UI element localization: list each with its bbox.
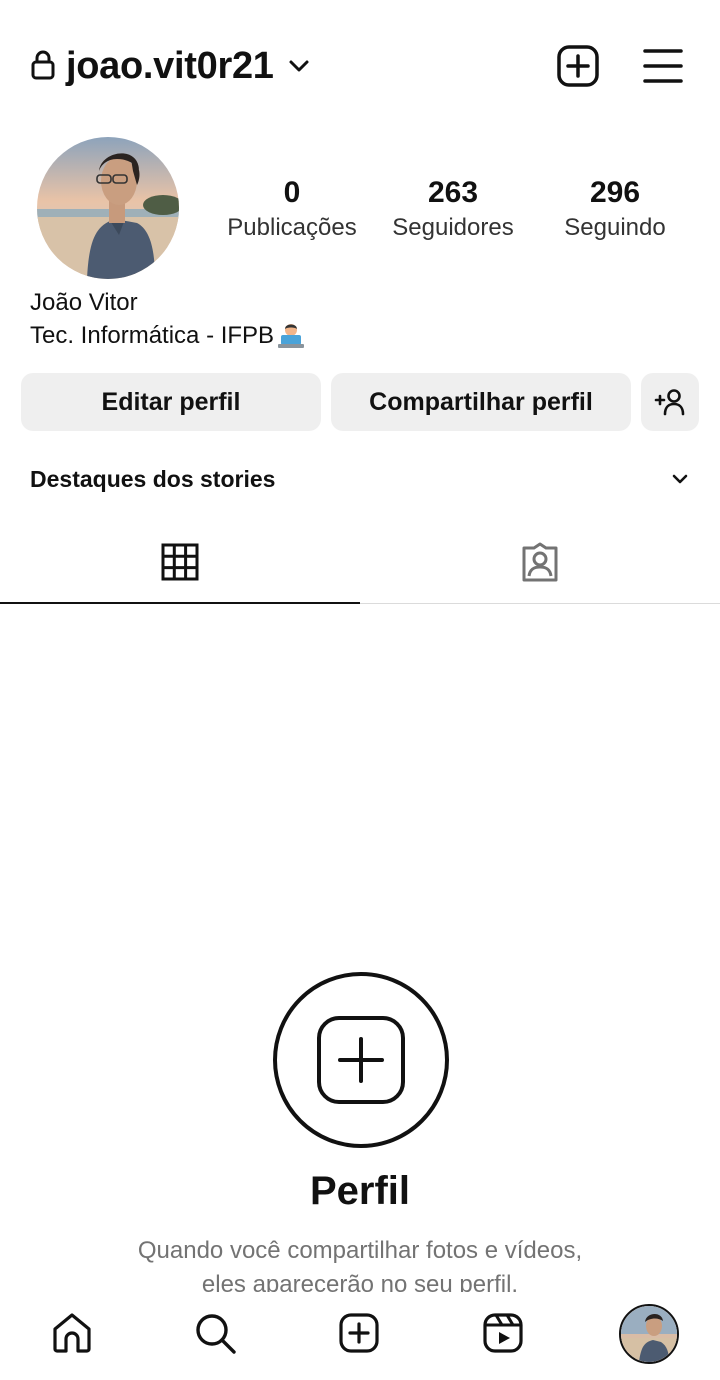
empty-state-line-1: Quando você compartilhar fotos e vídeos, (137, 1237, 583, 1264)
add-post-icon (557, 45, 599, 87)
nav-search[interactable] (190, 1308, 240, 1358)
active-tab-indicator (0, 602, 360, 604)
username[interactable]: joao.vit0r21 (66, 40, 274, 92)
lock-icon (30, 50, 56, 80)
tab-tagged[interactable] (360, 520, 720, 604)
bio-text: Tec. Informática - IFPB (30, 322, 275, 349)
home-icon (53, 1313, 91, 1353)
nav-reels[interactable] (478, 1308, 528, 1358)
stat-followers[interactable]: 263 Seguidores (374, 175, 532, 245)
empty-state-title: Perfil (309, 1169, 411, 1213)
stat-posts-label: Publicações (227, 214, 357, 241)
nav-create[interactable] (334, 1308, 384, 1358)
stat-following-count: 296 (589, 176, 641, 209)
add-post-icon (339, 1313, 379, 1353)
menu-icon (643, 49, 683, 83)
stat-posts[interactable]: 0 Publicações (212, 175, 372, 245)
profile-avatar[interactable] (37, 137, 179, 279)
menu-button[interactable] (642, 46, 684, 86)
discover-people-button[interactable] (641, 373, 699, 431)
tagged-person-icon (522, 542, 558, 582)
technologist-emoji-icon (276, 322, 306, 350)
profile-avatar-icon (621, 1306, 677, 1362)
share-profile-button[interactable]: Compartilhar perfil (331, 373, 631, 431)
stat-followers-label: Seguidores (392, 214, 514, 241)
stat-following-label: Seguindo (564, 214, 666, 241)
chevron-down-icon[interactable] (670, 469, 690, 489)
nav-home[interactable] (47, 1308, 97, 1358)
nav-profile[interactable] (619, 1304, 679, 1364)
grid-icon (161, 543, 199, 581)
profile-name: João Vitor (30, 289, 138, 316)
stat-posts-count: 0 (283, 176, 301, 209)
stat-followers-count: 263 (427, 176, 479, 209)
create-first-post-button[interactable] (273, 972, 449, 1148)
bottom-navigation (0, 1292, 720, 1380)
edit-profile-button[interactable]: Editar perfil (21, 373, 321, 431)
add-post-icon (317, 1016, 405, 1104)
chevron-down-icon[interactable] (288, 55, 310, 77)
tab-posts-grid[interactable] (0, 520, 360, 604)
story-highlights-label[interactable]: Destaques dos stories (30, 463, 275, 495)
create-post-button[interactable] (556, 44, 600, 88)
reels-icon (483, 1313, 523, 1353)
search-icon (196, 1314, 236, 1354)
profile-bio: Tec. Informática - IFPB (30, 321, 306, 351)
add-person-icon (654, 389, 685, 416)
stat-following[interactable]: 296 Seguindo (536, 175, 694, 245)
